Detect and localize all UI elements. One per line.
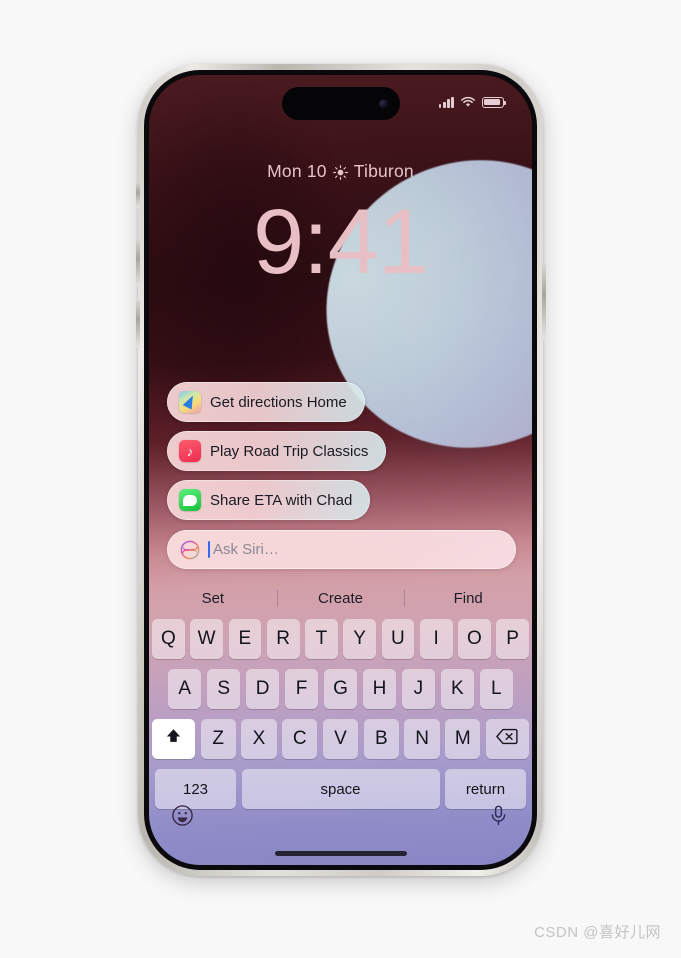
key-g[interactable]: G	[323, 669, 358, 709]
key-h[interactable]: H	[362, 669, 397, 709]
cellular-bars-icon	[438, 96, 454, 108]
phone-device: Mon 10 Tiburon 9:41 Get directions Home …	[135, 64, 546, 876]
key-u[interactable]: U	[381, 619, 415, 659]
power-button[interactable]	[541, 264, 546, 340]
siri-suggestions-list: Get directions Home ♪ Play Road Trip Cla…	[167, 382, 387, 520]
key-p[interactable]: P	[496, 619, 529, 659]
siri-icon	[179, 539, 201, 561]
key-m[interactable]: M	[445, 719, 481, 759]
keyboard-row-2: A S D F G H J K L	[152, 669, 529, 709]
key-o[interactable]: O	[458, 619, 491, 659]
key-w[interactable]: W	[190, 619, 223, 659]
sun-icon	[332, 164, 348, 180]
siri-suggestion-label: Share ETA with Chad	[210, 491, 353, 509]
shift-key[interactable]	[152, 719, 196, 759]
predictive-suggestion[interactable]: Create	[277, 590, 405, 607]
lock-screen-date-weather: Mon 10 Tiburon	[149, 161, 532, 182]
siri-suggestion-label: Get directions Home	[210, 393, 347, 411]
key-y[interactable]: Y	[343, 619, 376, 659]
battery-icon	[482, 96, 506, 108]
predictive-text-bar: Set Create Find	[149, 581, 532, 615]
key-k[interactable]: K	[440, 669, 475, 709]
volume-up-button[interactable]	[135, 239, 140, 287]
watermark: CSDN @喜好儿网	[534, 924, 661, 941]
dynamic-island[interactable]	[281, 87, 400, 120]
keyboard-accessory-row	[149, 799, 532, 831]
key-e[interactable]: E	[228, 619, 262, 659]
siri-suggestion-chip[interactable]: Share ETA with Chad	[167, 480, 371, 520]
key-t[interactable]: T	[305, 619, 338, 659]
key-d[interactable]: D	[245, 669, 280, 709]
key-r[interactable]: R	[266, 619, 300, 659]
microphone-icon[interactable]	[487, 804, 510, 827]
key-j[interactable]: J	[401, 669, 436, 709]
volume-down-button[interactable]	[135, 300, 140, 348]
key-i[interactable]: I	[419, 619, 453, 659]
home-indicator[interactable]	[274, 851, 407, 856]
siri-suggestion-chip[interactable]: ♪ Play Road Trip Classics	[167, 431, 387, 471]
action-button[interactable]	[135, 182, 140, 208]
backspace-icon	[496, 728, 519, 751]
lock-date-text: Mon 10	[267, 161, 327, 181]
text-cursor	[208, 541, 210, 558]
wifi-icon	[460, 96, 476, 108]
key-z[interactable]: Z	[200, 719, 236, 759]
key-q[interactable]: Q	[152, 619, 185, 659]
keyboard-row-3: Z X C V B N M	[152, 719, 529, 759]
key-c[interactable]: C	[282, 719, 318, 759]
emoji-icon[interactable]	[171, 804, 194, 827]
siri-suggestion-label: Play Road Trip Classics	[210, 442, 369, 460]
key-n[interactable]: N	[404, 719, 440, 759]
messages-icon	[179, 489, 201, 511]
siri-suggestion-chip[interactable]: Get directions Home	[167, 382, 365, 422]
maps-icon	[179, 391, 201, 413]
music-icon: ♪	[179, 440, 201, 462]
phone-bezel: Mon 10 Tiburon 9:41 Get directions Home …	[144, 70, 537, 870]
ask-siri-input[interactable]: Ask Siri…	[167, 530, 516, 569]
key-b[interactable]: B	[363, 719, 399, 759]
shift-icon	[164, 727, 183, 752]
key-x[interactable]: X	[241, 719, 277, 759]
ask-siri-placeholder: Ask Siri…	[213, 541, 279, 558]
lock-location-text: Tiburon	[353, 161, 414, 181]
key-l[interactable]: L	[479, 669, 513, 709]
predictive-suggestion[interactable]: Set	[149, 590, 277, 607]
key-a[interactable]: A	[168, 669, 202, 709]
key-f[interactable]: F	[284, 669, 319, 709]
predictive-suggestion[interactable]: Find	[404, 590, 532, 607]
lock-screen-clock: 9:41	[252, 191, 429, 293]
front-camera-icon	[378, 99, 388, 108]
key-v[interactable]: V	[322, 719, 359, 759]
key-s[interactable]: S	[206, 669, 241, 709]
keyboard-row-1: Q W E R T Y U I O P	[152, 619, 529, 659]
backspace-key[interactable]	[485, 719, 529, 759]
phone-screen: Mon 10 Tiburon 9:41 Get directions Home …	[149, 75, 532, 865]
